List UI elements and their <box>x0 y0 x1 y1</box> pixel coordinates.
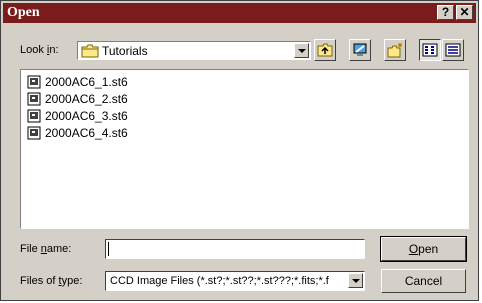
details-view-icon <box>445 43 461 57</box>
help-button[interactable]: ? <box>437 5 454 20</box>
new-folder-button[interactable] <box>384 39 406 61</box>
cancel-button[interactable]: Cancel <box>381 269 466 293</box>
file-name-label: File name: <box>20 243 72 255</box>
st6-file-icon <box>27 126 41 143</box>
folder-icon <box>81 44 99 61</box>
file-name: 2000AC6_1.st6 <box>45 75 128 89</box>
look-in-dropdown-arrow[interactable] <box>294 43 309 58</box>
close-icon: ✕ <box>459 5 470 19</box>
open-dialog: Open ? ✕ Look in: Tutorials 2000AC6_1.st… <box>0 0 479 301</box>
desktop-icon <box>353 43 367 56</box>
file-type-value: CCD Image Files (*.st?;*.st??;*.st???;*.… <box>110 275 329 287</box>
list-view-button[interactable] <box>419 39 441 61</box>
look-in-dropdown[interactable]: Tutorials <box>77 41 311 60</box>
file-list[interactable]: 2000AC6_1.st6 2000AC6_2.st6 2000AC6_3.st6 2… <box>20 69 469 229</box>
up-one-level-button[interactable] <box>314 39 336 61</box>
file-name-input[interactable] <box>105 239 365 259</box>
look-in-label: Look in: <box>20 44 59 56</box>
file-name: 2000AC6_2.st6 <box>45 92 128 106</box>
file-type-dropdown-arrow[interactable] <box>348 273 363 288</box>
file-type-label: Files of type: <box>20 275 83 287</box>
desktop-button[interactable] <box>349 39 371 61</box>
look-in-value: Tutorials <box>102 44 148 58</box>
new-folder-icon <box>387 43 402 58</box>
dialog-title: Open <box>7 5 40 20</box>
file-name: 2000AC6_3.st6 <box>45 109 128 123</box>
text-caret <box>108 242 109 256</box>
list-view-icon <box>422 43 438 57</box>
title-bar[interactable]: Open ? ✕ <box>3 3 476 23</box>
file-name: 2000AC6_4.st6 <box>45 126 128 140</box>
details-view-button[interactable] <box>442 39 464 61</box>
open-button[interactable]: Open <box>380 236 467 262</box>
st6-file-icon <box>27 109 41 126</box>
close-button[interactable]: ✕ <box>456 5 473 20</box>
up-folder-icon <box>317 43 333 57</box>
file-type-dropdown[interactable]: CCD Image Files (*.st?;*.st??;*.st???;*.… <box>105 271 365 291</box>
st6-file-icon <box>27 75 41 92</box>
st6-file-icon <box>27 92 41 109</box>
